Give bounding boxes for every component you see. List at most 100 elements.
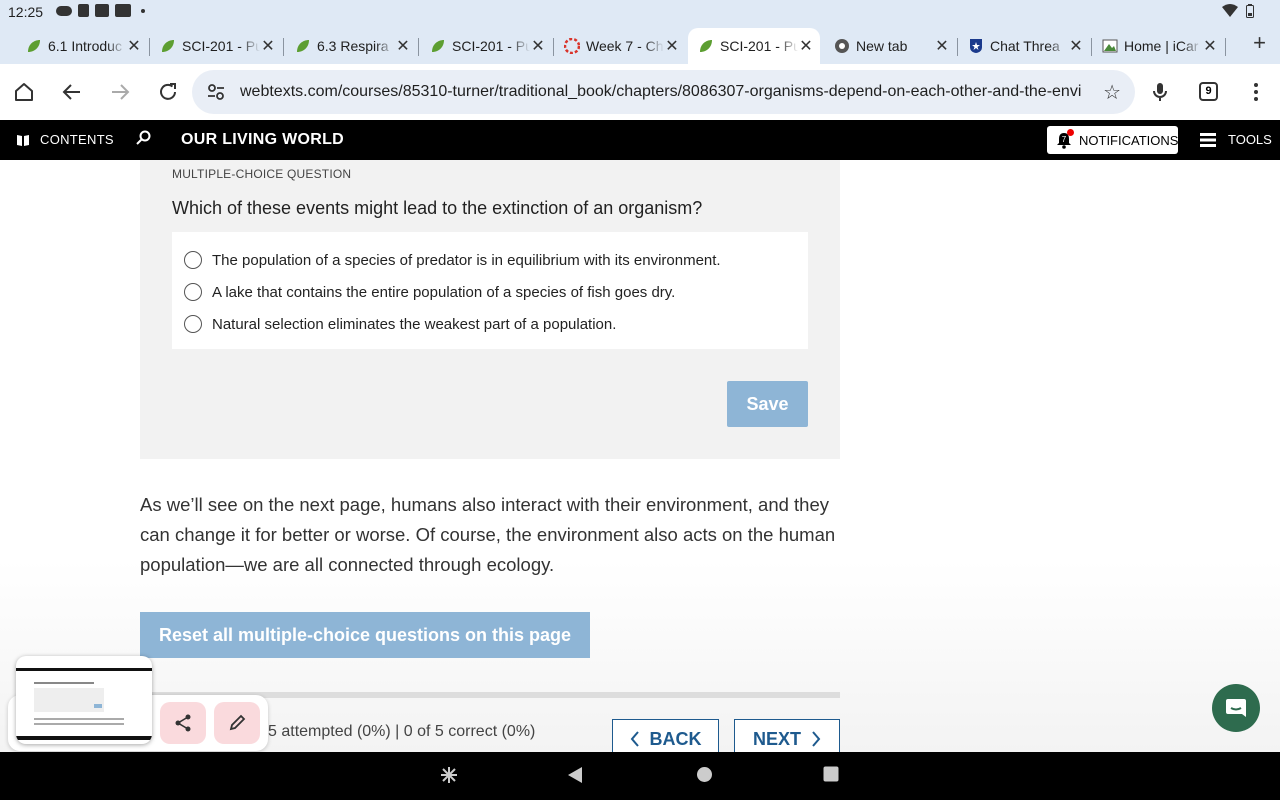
back-arrow-icon[interactable]: [58, 78, 86, 106]
contents-label: CONTENTS: [40, 132, 114, 147]
radio-button[interactable]: [184, 251, 202, 269]
app-notification-icon: [115, 4, 131, 17]
bell-icon: 7: [1055, 129, 1074, 149]
battery-icon: [1246, 4, 1254, 18]
edit-button[interactable]: [214, 702, 260, 744]
tab[interactable]: SCI-201 - Pu ✕: [150, 28, 284, 64]
save-button[interactable]: Save: [727, 381, 808, 427]
youtube-icon: [95, 4, 109, 17]
tab-label: SCI-201 - Pu: [182, 38, 260, 54]
image-icon: [1102, 38, 1118, 54]
close-icon[interactable]: ✕: [530, 36, 546, 56]
tab-separator: [418, 38, 419, 56]
browser-toolbar: webtexts.com/courses/85310-turner/tradit…: [0, 64, 1280, 120]
tools-label: TOOLS: [1228, 132, 1272, 147]
tab[interactable]: Chat Threa ✕: [958, 28, 1092, 64]
tab[interactable]: 6.3 Respira ✕: [285, 28, 419, 64]
back-button[interactable]: BACK: [612, 719, 719, 752]
menu-lines-icon: [1200, 132, 1216, 147]
new-tab-plus-icon[interactable]: +: [1253, 30, 1266, 56]
tab-label: 6.1 Introduc: [48, 38, 122, 54]
question-type-label: MULTIPLE-CHOICE QUESTION: [172, 167, 352, 181]
question-card: MULTIPLE-CHOICE QUESTION Which of these …: [140, 160, 840, 459]
reader-content: MULTIPLE-CHOICE QUESTION Which of these …: [0, 160, 1280, 752]
search-icon[interactable]: [136, 130, 152, 151]
microphone-icon[interactable]: [1146, 78, 1174, 106]
bookmark-star-icon[interactable]: ☆: [1103, 80, 1121, 105]
back-label: BACK: [649, 728, 702, 749]
tab[interactable]: Home | iCar ✕: [1092, 28, 1226, 64]
site-settings-icon[interactable]: [206, 82, 226, 102]
notification-count: 7: [1062, 135, 1067, 144]
tab-switcher-button[interactable]: 9: [1199, 82, 1218, 101]
green-leaf-icon: [295, 38, 311, 54]
progress-summary: 5 attempted (0%) | 0 of 5 correct (0%): [268, 723, 536, 740]
close-icon[interactable]: ✕: [798, 36, 814, 56]
more-notifications-dot-icon: [141, 8, 145, 13]
answer-option[interactable]: The population of a species of predator …: [184, 250, 721, 270]
tab[interactable]: New tab ✕: [824, 28, 958, 64]
tab[interactable]: Week 7 - Ch ✕: [554, 28, 686, 64]
radio-button[interactable]: [184, 283, 202, 301]
book-title: OUR LIVING WORLD: [181, 131, 345, 148]
tab-active[interactable]: SCI-201 - Pu ✕: [688, 28, 820, 64]
radio-button[interactable]: [184, 315, 202, 333]
nav-back-icon[interactable]: [567, 766, 583, 784]
tab[interactable]: SCI-201 - Pu ✕: [420, 28, 554, 64]
status-time: 12:25: [8, 4, 44, 20]
system-icons: [1222, 4, 1254, 18]
nav-home-icon[interactable]: [696, 766, 713, 783]
url-text[interactable]: webtexts.com/courses/85310-turner/tradit…: [240, 83, 1082, 101]
close-icon[interactable]: ✕: [126, 36, 142, 56]
close-icon[interactable]: ✕: [664, 36, 680, 56]
tab-label: New tab: [856, 38, 908, 54]
tab-separator: [283, 38, 284, 56]
home-icon[interactable]: [10, 78, 38, 106]
tab-label: Week 7 - Ch: [586, 38, 664, 54]
nav-recents-icon[interactable]: [823, 766, 839, 782]
red-wheel-icon: [564, 38, 580, 54]
contents-button[interactable]: CONTENTS: [16, 132, 114, 147]
close-icon[interactable]: ✕: [1068, 36, 1084, 56]
more-options-icon[interactable]: [1242, 78, 1270, 106]
answer-options: The population of a species of predator …: [172, 232, 808, 349]
green-leaf-icon: [26, 38, 42, 54]
chrome-icon: [834, 38, 850, 54]
close-icon[interactable]: ✕: [260, 36, 276, 56]
tab[interactable]: 6.1 Introduc ✕: [16, 28, 150, 64]
system-status-bar: 12:25: [0, 0, 1280, 24]
close-icon[interactable]: ✕: [395, 36, 411, 56]
reload-icon[interactable]: [154, 78, 182, 106]
next-button[interactable]: NEXT: [734, 719, 840, 752]
share-icon: [175, 714, 191, 732]
notification-icons: [56, 4, 145, 17]
notifications-label: NOTIFICATIONS: [1079, 132, 1179, 148]
next-label: NEXT: [752, 728, 801, 749]
chevron-left-icon: [630, 731, 639, 747]
tab-label: SCI-201 - Pu: [720, 38, 798, 54]
alert-icon: [78, 4, 89, 17]
green-leaf-icon: [430, 38, 446, 54]
close-icon[interactable]: ✕: [934, 36, 950, 56]
address-bar[interactable]: webtexts.com/courses/85310-turner/tradit…: [192, 70, 1135, 114]
answer-option[interactable]: Natural selection eliminates the weakest…: [184, 314, 616, 334]
answer-option[interactable]: A lake that contains the entire populati…: [184, 282, 675, 302]
share-button[interactable]: [160, 702, 206, 744]
chat-support-button[interactable]: [1212, 684, 1260, 732]
cloud-icon: [56, 5, 72, 16]
tools-button[interactable]: TOOLS: [1200, 132, 1272, 147]
close-icon[interactable]: ✕: [1202, 36, 1218, 56]
green-leaf-icon: [160, 38, 176, 54]
forward-arrow-icon[interactable]: [106, 78, 134, 106]
assistant-icon[interactable]: [440, 766, 458, 784]
answer-option-text: Natural selection eliminates the weakest…: [212, 315, 617, 333]
answer-option-text: A lake that contains the entire populati…: [212, 283, 676, 301]
chat-icon: [1226, 699, 1246, 717]
question-text: Which of these events might lead to the …: [172, 198, 703, 218]
screenshot-thumbnail[interactable]: [16, 656, 152, 744]
notifications-button[interactable]: 7 NOTIFICATIONS: [1047, 126, 1178, 154]
system-navigation-bar: [0, 752, 1280, 800]
app-header-bar: CONTENTS OUR LIVING WORLD 7 NOTIFICATION…: [0, 120, 1280, 160]
answer-option-text: The population of a species of predator …: [212, 251, 721, 269]
reset-questions-button[interactable]: Reset all multiple-choice questions on t…: [140, 612, 590, 658]
